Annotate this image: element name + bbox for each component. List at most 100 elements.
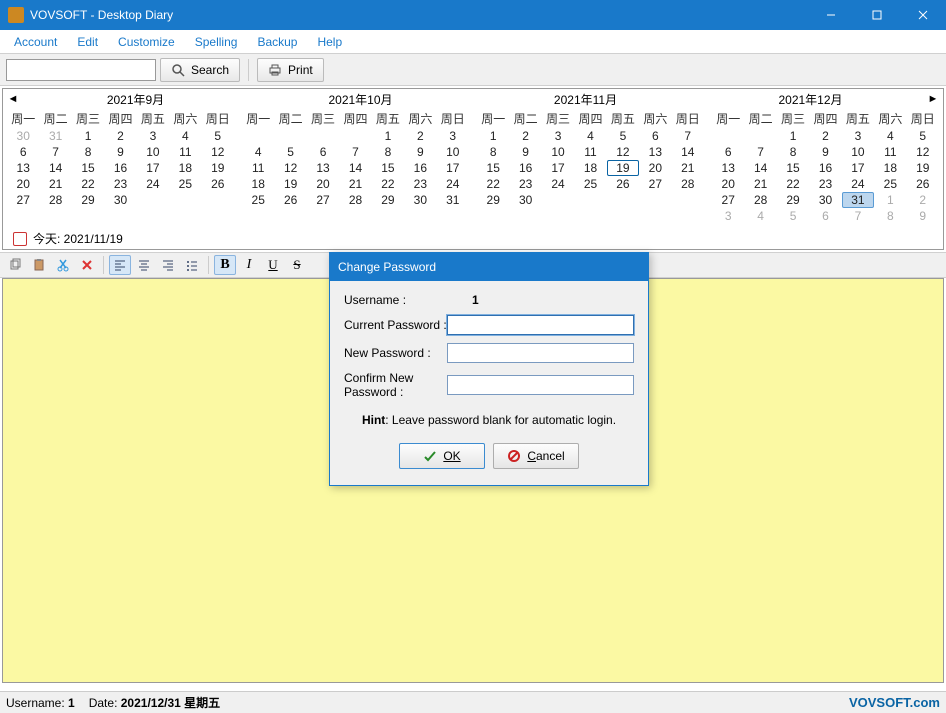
calendar-day[interactable]: 29: [372, 192, 404, 208]
underline-button[interactable]: U: [262, 255, 284, 275]
confirm-password-input[interactable]: [447, 375, 634, 395]
align-left-button[interactable]: [109, 255, 131, 275]
calendar-day[interactable]: 28: [672, 176, 704, 192]
calendar-day[interactable]: 8: [874, 208, 906, 224]
calendar-day[interactable]: 3: [842, 128, 874, 144]
calendar-day[interactable]: 13: [712, 160, 744, 176]
calendar-day[interactable]: 17: [437, 160, 469, 176]
calendar-day[interactable]: 23: [404, 176, 436, 192]
calendar-day[interactable]: 20: [639, 160, 671, 176]
calendar-day[interactable]: 12: [274, 160, 306, 176]
menu-help[interactable]: Help: [307, 32, 352, 52]
calendar-day[interactable]: 31: [437, 192, 469, 208]
menu-customize[interactable]: Customize: [108, 32, 185, 52]
align-center-button[interactable]: [133, 255, 155, 275]
calendar-day[interactable]: 9: [104, 144, 136, 160]
brand-link[interactable]: VOVSOFT.com: [849, 695, 940, 710]
calendar-day[interactable]: 4: [169, 128, 201, 144]
menu-account[interactable]: Account: [4, 32, 67, 52]
calendar-day[interactable]: 29: [72, 192, 104, 208]
calendar-day[interactable]: 13: [307, 160, 339, 176]
calendar-month-title[interactable]: 2021年11月: [473, 89, 698, 110]
calendar-day[interactable]: 15: [477, 160, 509, 176]
calendar-day[interactable]: 12: [907, 144, 939, 160]
calendar-month-title[interactable]: 2021年10月: [248, 89, 473, 110]
calendar-day[interactable]: 3: [542, 128, 574, 144]
calendar-day[interactable]: 5: [202, 128, 234, 144]
search-input[interactable]: [6, 59, 156, 81]
calendar-day[interactable]: 1: [372, 128, 404, 144]
calendar-day[interactable]: 11: [169, 144, 201, 160]
dialog-title[interactable]: Change Password: [330, 253, 648, 281]
calendar-day[interactable]: 1: [874, 192, 906, 208]
calendar-day[interactable]: 21: [39, 176, 71, 192]
calendar-day[interactable]: 6: [712, 144, 744, 160]
calendar-day[interactable]: 7: [744, 144, 776, 160]
calendar-day[interactable]: 20: [307, 176, 339, 192]
calendar-day[interactable]: 27: [307, 192, 339, 208]
calendar-day[interactable]: 16: [104, 160, 136, 176]
calendar-day[interactable]: 10: [842, 144, 874, 160]
italic-button[interactable]: I: [238, 255, 260, 275]
calendar-day[interactable]: 16: [404, 160, 436, 176]
calendar-day[interactable]: 14: [39, 160, 71, 176]
calendar-day[interactable]: 2: [404, 128, 436, 144]
calendar-day[interactable]: 27: [712, 192, 744, 208]
calendar-day[interactable]: 8: [777, 144, 809, 160]
calendar-day[interactable]: 2: [509, 128, 541, 144]
calendar-day[interactable]: 6: [307, 144, 339, 160]
calendar-day[interactable]: 26: [202, 176, 234, 192]
calendar-day[interactable]: 19: [202, 160, 234, 176]
calendar-day[interactable]: 5: [274, 144, 306, 160]
calendar-day[interactable]: 7: [339, 144, 371, 160]
calendar-day[interactable]: 27: [7, 192, 39, 208]
today-label[interactable]: 今天: 2021/11/19: [33, 230, 123, 247]
calendar-day[interactable]: 25: [169, 176, 201, 192]
minimize-button[interactable]: [808, 0, 854, 30]
calendar-day[interactable]: 23: [809, 176, 841, 192]
calendar-day[interactable]: 25: [242, 192, 274, 208]
ok-button[interactable]: OK: [399, 443, 485, 469]
calendar-day[interactable]: 29: [477, 192, 509, 208]
calendar-day[interactable]: 11: [574, 144, 606, 160]
calendar-day[interactable]: 21: [339, 176, 371, 192]
calendar-day[interactable]: 14: [672, 144, 704, 160]
calendar-day[interactable]: 29: [777, 192, 809, 208]
calendar-day[interactable]: 13: [639, 144, 671, 160]
calendar-day[interactable]: 12: [607, 144, 639, 160]
print-button[interactable]: Print: [257, 58, 324, 82]
calendar-day[interactable]: 4: [874, 128, 906, 144]
calendar-day[interactable]: 26: [607, 176, 639, 192]
calendar-day[interactable]: 23: [104, 176, 136, 192]
calendar-day[interactable]: 10: [137, 144, 169, 160]
calendar-day[interactable]: 21: [672, 160, 704, 176]
calendar-day[interactable]: 14: [744, 160, 776, 176]
calendar-day[interactable]: 2: [809, 128, 841, 144]
calendar-day[interactable]: 9: [907, 208, 939, 224]
calendar-day[interactable]: 24: [437, 176, 469, 192]
calendar-day[interactable]: 8: [372, 144, 404, 160]
calendar-day[interactable]: 8: [477, 144, 509, 160]
calendar-day[interactable]: 28: [339, 192, 371, 208]
close-button[interactable]: [900, 0, 946, 30]
calendar-day[interactable]: 26: [274, 192, 306, 208]
calendar-day[interactable]: 22: [372, 176, 404, 192]
current-password-input[interactable]: [447, 315, 634, 335]
menu-backup[interactable]: Backup: [247, 32, 307, 52]
calendar-day[interactable]: 4: [242, 144, 274, 160]
calendar-day[interactable]: 1: [777, 128, 809, 144]
calendar-month-title[interactable]: 2021年12月: [698, 89, 923, 110]
menu-spelling[interactable]: Spelling: [185, 32, 248, 52]
calendar-day[interactable]: 24: [842, 176, 874, 192]
cancel-button[interactable]: Cancel: [493, 443, 579, 469]
calendar-day[interactable]: 3: [137, 128, 169, 144]
calendar-day[interactable]: 30: [404, 192, 436, 208]
calendar-day[interactable]: 9: [404, 144, 436, 160]
calendar-day[interactable]: 16: [809, 160, 841, 176]
calendar-day[interactable]: 30: [104, 192, 136, 208]
calendar-day[interactable]: 15: [372, 160, 404, 176]
calendar-day[interactable]: 11: [874, 144, 906, 160]
copy-button[interactable]: [4, 255, 26, 275]
calendar-day[interactable]: 24: [137, 176, 169, 192]
calendar-day[interactable]: 31: [39, 128, 71, 144]
